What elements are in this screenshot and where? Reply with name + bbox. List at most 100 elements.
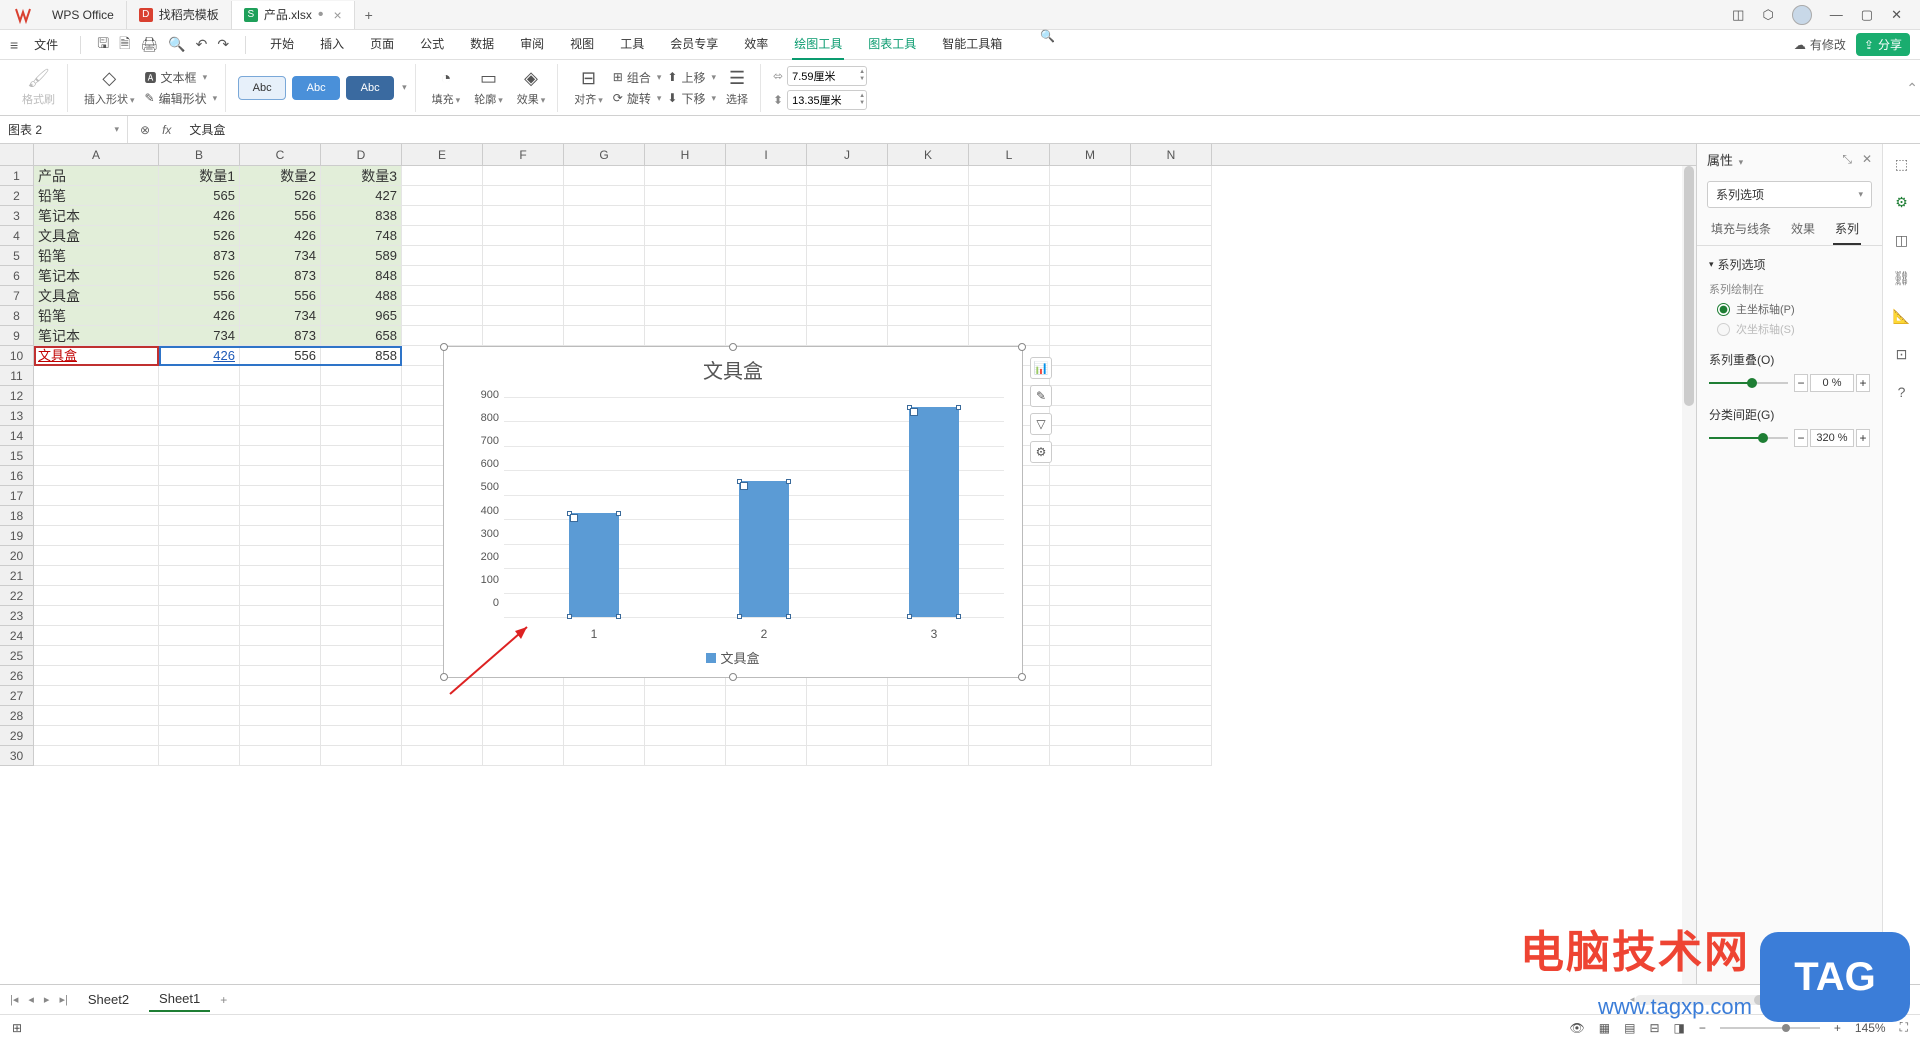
row-header[interactable]: 27	[0, 686, 34, 706]
gap-plus[interactable]: +	[1856, 429, 1870, 447]
primary-axis-radio[interactable]: 主坐标轴(P)	[1717, 301, 1870, 317]
modify-indicator[interactable]: ☁ 有修改	[1794, 36, 1846, 53]
cell[interactable]	[645, 326, 726, 346]
cell[interactable]: 965	[321, 306, 402, 326]
close-panel-icon[interactable]: ✕	[1862, 152, 1872, 167]
cell[interactable]	[564, 226, 645, 246]
cell[interactable]: 426	[159, 346, 240, 366]
tab-start[interactable]: 开始	[268, 29, 296, 60]
cell[interactable]	[564, 286, 645, 306]
cell[interactable]: 565	[159, 186, 240, 206]
col-header[interactable]: E	[402, 144, 483, 165]
cell[interactable]: 文具盒	[34, 226, 159, 246]
template-tab[interactable]: D 找稻壳模板	[127, 1, 232, 29]
cell[interactable]: 556	[159, 286, 240, 306]
cell[interactable]	[321, 646, 402, 666]
panel-tab-effect[interactable]: 效果	[1789, 214, 1817, 245]
maximize-icon[interactable]: ▢	[1861, 7, 1873, 23]
chart-handle-s[interactable]	[729, 673, 737, 681]
row-header[interactable]: 10	[0, 346, 34, 366]
cell[interactable]	[1131, 546, 1212, 566]
cell[interactable]	[645, 166, 726, 186]
cell[interactable]	[645, 246, 726, 266]
cell[interactable]	[807, 686, 888, 706]
cell[interactable]	[1050, 566, 1131, 586]
cell[interactable]	[1131, 426, 1212, 446]
cell[interactable]	[321, 546, 402, 566]
cell[interactable]	[1131, 486, 1212, 506]
row-header[interactable]: 9	[0, 326, 34, 346]
cell[interactable]: 873	[159, 246, 240, 266]
cell[interactable]	[1050, 506, 1131, 526]
cell[interactable]	[1131, 206, 1212, 226]
cell[interactable]	[402, 206, 483, 226]
chart-handle-nw[interactable]	[440, 343, 448, 351]
cell[interactable]	[159, 446, 240, 466]
cell[interactable]: 铅笔	[34, 246, 159, 266]
selection-pane-button[interactable]: ☰ 选择	[722, 66, 752, 109]
side-crop-icon[interactable]: ⊡	[1892, 344, 1912, 364]
cell[interactable]: 笔记本	[34, 266, 159, 286]
cell[interactable]	[1050, 606, 1131, 626]
cell[interactable]	[1050, 266, 1131, 286]
cell[interactable]: 734	[240, 306, 321, 326]
cell[interactable]	[159, 546, 240, 566]
col-header[interactable]: H	[645, 144, 726, 165]
cell[interactable]	[1050, 286, 1131, 306]
cell[interactable]	[1131, 526, 1212, 546]
tab-chart-tools[interactable]: 图表工具	[866, 29, 918, 60]
cell[interactable]	[888, 706, 969, 726]
add-sheet-icon[interactable]: +	[220, 993, 227, 1007]
status-left-icon[interactable]: ⊞	[12, 1021, 22, 1035]
cell[interactable]	[321, 566, 402, 586]
cell[interactable]	[159, 686, 240, 706]
cell[interactable]	[969, 246, 1050, 266]
fill-button[interactable]: ◔ 填充▾	[428, 66, 465, 109]
cell[interactable]	[321, 706, 402, 726]
cell[interactable]	[1131, 706, 1212, 726]
cell[interactable]: 556	[240, 346, 321, 366]
cell[interactable]	[34, 466, 159, 486]
view-page-icon[interactable]: ▤	[1624, 1021, 1635, 1035]
cell[interactable]	[1131, 226, 1212, 246]
cell[interactable]	[888, 166, 969, 186]
preview-icon[interactable]: 🔍	[168, 36, 185, 53]
close-window-icon[interactable]: ✕	[1891, 7, 1902, 23]
cell[interactable]	[240, 566, 321, 586]
row-header[interactable]: 17	[0, 486, 34, 506]
cell[interactable]	[645, 286, 726, 306]
row-header[interactable]: 4	[0, 226, 34, 246]
undo-icon[interactable]: ↶	[196, 36, 208, 53]
cell[interactable]	[159, 486, 240, 506]
cell[interactable]: 556	[240, 206, 321, 226]
app-icon-1[interactable]: ◫	[1732, 7, 1744, 23]
cell[interactable]	[969, 726, 1050, 746]
cell[interactable]	[159, 706, 240, 726]
cell[interactable]	[1131, 366, 1212, 386]
cell[interactable]	[1050, 546, 1131, 566]
cell[interactable]	[34, 386, 159, 406]
cell[interactable]	[645, 206, 726, 226]
cell[interactable]	[969, 186, 1050, 206]
cell[interactable]	[321, 686, 402, 706]
cell[interactable]	[402, 686, 483, 706]
document-tab[interactable]: S 产品.xlsx • ×	[232, 1, 355, 29]
cell[interactable]	[888, 286, 969, 306]
cell[interactable]	[888, 226, 969, 246]
redo-icon[interactable]: ↷	[217, 36, 229, 53]
cell[interactable]	[321, 366, 402, 386]
cell[interactable]	[321, 606, 402, 626]
cell[interactable]	[1131, 586, 1212, 606]
cell[interactable]: 556	[240, 286, 321, 306]
collapse-ribbon-icon[interactable]: ⌃	[1906, 80, 1918, 97]
side-help-icon[interactable]: ?	[1892, 382, 1912, 402]
cell[interactable]	[726, 266, 807, 286]
cell[interactable]	[1050, 226, 1131, 246]
overlap-slider[interactable]	[1709, 382, 1788, 384]
text-box-button[interactable]: 🅰 文本框▾	[145, 69, 218, 86]
cell[interactable]	[240, 406, 321, 426]
cell[interactable]	[1050, 586, 1131, 606]
shape-style-1[interactable]: Abc	[238, 76, 286, 100]
cell[interactable]	[645, 686, 726, 706]
cell[interactable]	[159, 506, 240, 526]
